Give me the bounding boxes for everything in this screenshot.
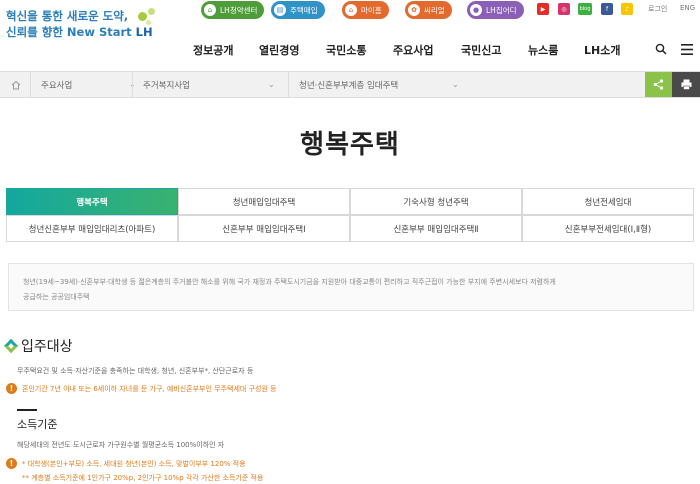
search-icon[interactable] xyxy=(654,42,668,56)
logo-slogan-line2: 신뢰를 향한 New Start LH xyxy=(6,24,166,40)
print-button[interactable] xyxy=(672,72,700,97)
tab-newlywed-purchase-2[interactable]: 신혼부부 매입임대주택Ⅱ xyxy=(350,215,522,242)
login-link[interactable]: 로그인 xyxy=(648,4,667,14)
blog-icon[interactable]: blog xyxy=(578,3,592,15)
logo-brand: LH xyxy=(135,25,153,39)
quick-link-cereal[interactable]: ✿ 씨리얼 xyxy=(405,1,452,19)
chevron-down-icon: ⌄ xyxy=(452,80,459,89)
intro-line-2: 공급하는 공공임대주택 xyxy=(23,293,90,301)
lh-logo[interactable]: 혁신을 통한 새로운 도약, 신뢰를 향한 New Start LH xyxy=(6,8,166,44)
tab-youth-jeonse-rental[interactable]: 청년전세임대 xyxy=(522,188,694,215)
quick-link-label: LH집어디 xyxy=(486,5,517,15)
printer-icon xyxy=(681,79,691,90)
warning-icon: ! xyxy=(6,383,17,394)
house-icon: ⌂ xyxy=(345,4,357,16)
gnb-main-business[interactable]: 주요사업 xyxy=(393,42,433,58)
home-icon[interactable] xyxy=(6,72,26,97)
gnb-report[interactable]: 국민신고 xyxy=(461,42,501,58)
lang-eng-link[interactable]: ENG xyxy=(680,4,695,12)
income-note-text-2: ** 계층별 소득기준에 1인가구 20%p, 2인가구 10%p 각각 가산한… xyxy=(22,474,264,482)
income-note: ! * 대학생(본인+부모) 소득, 세대원 청년(본인) 소득, 맞벌이부부 … xyxy=(6,458,246,469)
gnb-info-disclosure[interactable]: 정보공개 xyxy=(193,42,233,58)
intro-line-1: 청년(19세~39세)·신혼부부·대학생 등 젊은계층의 주거불안 해소를 위해… xyxy=(23,278,556,286)
tab-youth-purchase-rental[interactable]: 청년매입임대주택 xyxy=(178,188,350,215)
building-icon: ▤ xyxy=(274,4,286,16)
breadcrumb-item-youth-rental[interactable]: 청년·신혼부부계층 임대주택 ⌄ xyxy=(288,72,468,97)
breadcrumb-item-business[interactable]: 주요사업 ⌄ xyxy=(30,72,140,97)
logo-slogan-prefix: 신뢰를 향한 New Start xyxy=(6,25,136,39)
quick-link-cheongyak[interactable]: ⌂ LH청약센터 xyxy=(201,1,265,19)
map-pin-icon: ● xyxy=(470,4,482,16)
kakao-icon[interactable]: ♪ xyxy=(621,3,633,15)
chevron-down-icon: ⌄ xyxy=(268,80,275,89)
gnb-newsroom[interactable]: 뉴스룸 xyxy=(528,42,558,58)
quick-link-label: LH청약센터 xyxy=(220,5,258,15)
tab-dormitory-youth-housing[interactable]: 기숙사형 청년주택 xyxy=(350,188,522,215)
instagram-icon[interactable]: ◎ xyxy=(558,3,570,15)
subsection-divider xyxy=(17,409,37,411)
income-note-text-1: * 대학생(본인+부모) 소득, 세대원 청년(본인) 소득, 맞벌이부부 12… xyxy=(22,459,246,468)
youtube-icon[interactable]: ▶ xyxy=(537,3,549,15)
facebook-icon[interactable]: f xyxy=(601,3,613,15)
quick-link-label: 마이홈 xyxy=(361,5,382,15)
breadcrumb-label: 청년·신혼부부계층 임대주택 xyxy=(299,80,399,91)
quick-link-label: 주택매입 xyxy=(290,5,318,15)
quick-link-lh-where[interactable]: ● LH집어디 xyxy=(467,1,524,19)
menu-icon[interactable] xyxy=(680,42,694,56)
home-icon: ⌂ xyxy=(204,4,216,16)
breadcrumb: 주요사업 ⌄ 주거복지사업 ⌄ 청년·신혼부부계층 임대주택 ⌄ xyxy=(0,71,700,98)
gnb-open-management[interactable]: 열린경영 xyxy=(259,42,299,58)
tab-youth-newlywed-reits[interactable]: 청년신혼부부 매입임대리츠(아파트) xyxy=(6,215,178,242)
eligibility-note-text: 혼인기간 7년 이내 또는 6세이하 자녀를 둔 가구, 예비신혼부부인 무주택… xyxy=(22,384,277,393)
gnb-about-lh[interactable]: LH소개 xyxy=(584,42,620,58)
breadcrumb-label: 주요사업 xyxy=(41,80,73,91)
cereal-icon: ✿ xyxy=(408,4,420,16)
eligibility-description: 무주택요건 및 소득·자산기준을 충족하는 대학생, 청년, 신혼부부*, 산단… xyxy=(17,367,254,375)
tab-happy-housing[interactable]: 행복주택 xyxy=(6,188,178,215)
share-button[interactable] xyxy=(645,72,672,97)
tab-newlywed-purchase-1[interactable]: 신혼부부 매입임대주택Ⅰ xyxy=(178,215,350,242)
tab-newlywed-jeonse[interactable]: 신혼부부전세임대(Ⅰ,Ⅱ형) xyxy=(522,215,694,242)
breadcrumb-item-welfare[interactable]: 주거복지사업 ⌄ xyxy=(132,72,282,97)
gnb-communication[interactable]: 국민소통 xyxy=(326,42,366,58)
intro-box: 청년(19세~39세)·신혼부부·대학생 등 젊은계층의 주거불안 해소를 위해… xyxy=(8,263,694,311)
warning-icon: ! xyxy=(6,458,17,469)
share-icon xyxy=(653,79,664,90)
diamond-bullet-icon xyxy=(3,338,19,354)
quick-link-myhome[interactable]: ⌂ 마이홈 xyxy=(342,1,389,19)
quick-link-label: 씨리얼 xyxy=(424,5,445,15)
section-title: 입주대상 xyxy=(3,336,73,356)
eligibility-note: ! 혼인기간 7년 이내 또는 6세이하 자녀를 둔 가구, 예비신혼부부인 무… xyxy=(6,383,277,394)
subsection-title: 소득기준 xyxy=(17,418,58,431)
site-header: 혁신을 통한 새로운 도약, 신뢰를 향한 New Start LH ⌂ LH청약… xyxy=(0,0,700,70)
income-description: 해당세대의 전년도 도시근로자 가구원수별 월평균소득 100%이하인 자 xyxy=(17,441,225,449)
quick-link-purchase[interactable]: ▤ 주택매입 xyxy=(271,1,325,19)
breadcrumb-label: 주거복지사업 xyxy=(143,80,190,91)
page-title: 행복주택 xyxy=(300,130,400,160)
section-title-text: 입주대상 xyxy=(21,339,73,355)
